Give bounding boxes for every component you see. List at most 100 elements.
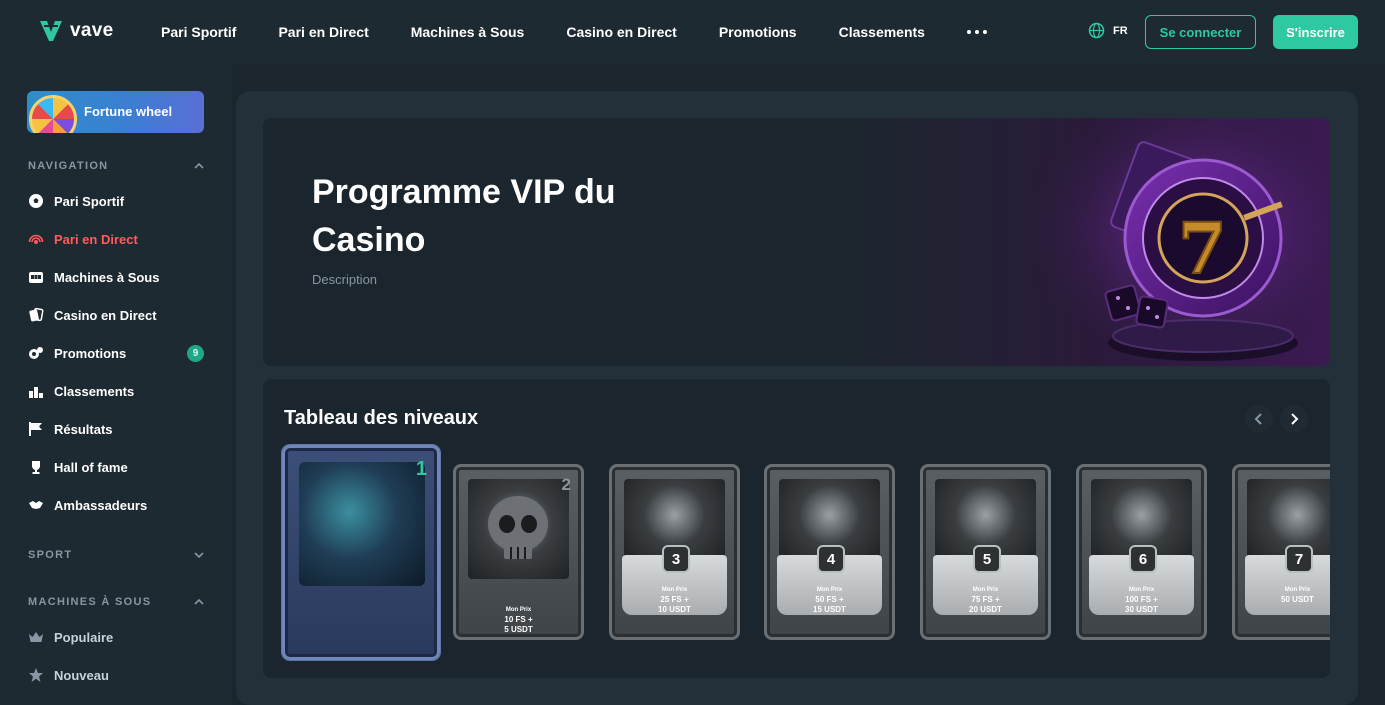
level-number: 3 — [662, 545, 690, 573]
prize-value-2: 10 USDT — [658, 605, 691, 614]
chevron-right-icon — [1291, 413, 1299, 425]
login-button[interactable]: Se connecter — [1145, 15, 1256, 49]
prize-value: 50 FS + — [815, 595, 844, 604]
slots-section-title: MACHINES À SOUS — [28, 596, 152, 608]
level-prize: Mon Prix 50 USDT — [1245, 585, 1330, 605]
topnav-pari-en-direct[interactable]: Pari en Direct — [257, 24, 389, 40]
levels-table: Tableau des niveaux 1 2 Mon Prix 10 FS +… — [263, 379, 1330, 678]
chevron-up-icon — [194, 162, 204, 169]
sidebar-item-ambassadeurs[interactable]: Ambassadeurs — [28, 494, 204, 516]
fortune-wheel-label: Fortune wheel — [84, 104, 173, 119]
page-title: Programme VIP du Casino — [312, 173, 616, 259]
sidebar-item-hall-of-fame[interactable]: Hall of fame — [28, 456, 204, 478]
level-prize: Mon Prix 50 FS + 15 USDT — [777, 585, 882, 615]
prize-heading: Mon Prix — [816, 587, 843, 593]
level-card-7[interactable]: 7 Mon Prix 50 USDT — [1232, 464, 1330, 640]
prize-value-2: 20 USDT — [969, 605, 1002, 614]
flag-icon — [29, 422, 42, 436]
level-number: 2 — [561, 475, 571, 494]
topnav-machines-a-sous[interactable]: Machines à Sous — [390, 24, 546, 40]
fortune-wheel-icon — [29, 95, 77, 133]
prize-value: 10 FS + — [504, 615, 533, 624]
chevron-left-icon — [1254, 413, 1262, 425]
leaderboard-icon — [29, 387, 43, 398]
trophy-icon — [32, 461, 40, 474]
prize-heading: Mon Prix — [661, 587, 688, 593]
skull-icon — [488, 496, 548, 559]
carousel-prev-button[interactable] — [1245, 405, 1273, 433]
cards-icon — [29, 307, 44, 322]
sidebar-item-pari-en-direct[interactable]: Pari en Direct — [28, 228, 204, 250]
sidebar-item-nouveau[interactable]: Nouveau — [28, 664, 204, 686]
svg-text:7: 7 — [1178, 207, 1227, 290]
top-header: vave Pari Sportif Pari en Direct Machine… — [0, 0, 1385, 64]
topnav-classements[interactable]: Classements — [818, 24, 946, 40]
prize-value: 75 FS + — [971, 595, 1000, 604]
sidebar-item-promotions[interactable]: Promotions 9 — [28, 342, 204, 364]
level-card-4[interactable]: 4 Mon Prix 50 FS + 15 USDT — [764, 464, 895, 640]
sidebar-item-label: Pari en Direct — [54, 231, 138, 247]
levels-title: Tableau des niveaux — [284, 407, 479, 429]
sidebar-item-casino-en-direct[interactable]: Casino en Direct — [28, 304, 204, 326]
chevron-up-icon — [194, 598, 204, 605]
prize-heading: Mon Prix — [1128, 587, 1155, 593]
sidebar-item-label: Nouveau — [54, 667, 109, 683]
level-prize: Mon Prix 25 FS + 10 USDT — [622, 585, 727, 615]
fortune-wheel-button[interactable]: Fortune wheel — [27, 91, 204, 133]
navigation-section-toggle[interactable]: NAVIGATION — [28, 160, 204, 172]
prize-heading: Mon Prix — [1284, 587, 1311, 593]
level-prize: Mon Prix 100 FS + 30 USDT — [1089, 585, 1194, 615]
sidebar-item-label: Classements — [54, 383, 135, 399]
sidebar-item-label: Hall of fame — [54, 459, 128, 475]
topnav-pari-sportif[interactable]: Pari Sportif — [140, 24, 257, 40]
navigation-section-title: NAVIGATION — [28, 160, 109, 172]
soccer-ball-icon — [29, 194, 43, 208]
sport-section-toggle[interactable]: SPORT — [28, 549, 204, 561]
signup-button[interactable]: S'inscrire — [1273, 15, 1358, 49]
sidebar-item-label: Machines à Sous — [54, 269, 160, 285]
sidebar-item-label: Résultats — [54, 421, 113, 437]
sidebar-item-label: Pari Sportif — [54, 193, 125, 209]
promotions-icon — [29, 347, 43, 359]
prize-value: 100 FS + — [1125, 595, 1158, 604]
level-number: 1 — [415, 458, 427, 480]
handshake-icon — [29, 501, 43, 509]
sidebar-item-pari-sportif[interactable]: Pari Sportif — [28, 190, 204, 212]
hero-description: Description — [312, 272, 378, 287]
live-signal-icon — [28, 234, 44, 244]
sidebar-item-label: Promotions — [54, 345, 127, 361]
prize-value-2: 15 USDT — [813, 605, 846, 614]
sidebar: Fortune wheel NAVIGATION Pari Sportif Pa… — [0, 64, 232, 705]
prize-value: 50 USDT — [1281, 595, 1314, 604]
level-card-3[interactable]: 3 Mon Prix 25 FS + 10 USDT — [609, 464, 740, 640]
level-card-1[interactable]: 1 — [282, 445, 440, 660]
prize-value: 25 FS + — [660, 595, 689, 604]
logo[interactable]: vave — [38, 18, 113, 44]
level-prize: Mon Prix 75 FS + 20 USDT — [933, 585, 1038, 615]
star-icon — [29, 668, 43, 682]
topnav-promotions[interactable]: Promotions — [698, 24, 818, 40]
level-card-2[interactable]: 2 Mon Prix 10 FS + 5 USDT — [453, 464, 584, 640]
skull-art — [468, 479, 569, 579]
prize-value-2: 30 USDT — [1125, 605, 1158, 614]
sidebar-item-resultats[interactable]: Résultats — [28, 418, 204, 440]
sidebar-item-label: Ambassadeurs — [54, 497, 148, 513]
sidebar-item-populaire[interactable]: Populaire — [28, 626, 204, 648]
sidebar-item-classements[interactable]: Classements — [28, 380, 204, 402]
sidebar-item-label: Populaire — [54, 629, 114, 645]
prize-heading: Mon Prix — [505, 607, 532, 613]
chevron-down-icon — [194, 552, 204, 559]
sidebar-item-machines-a-sous[interactable]: Machines à Sous — [28, 266, 204, 288]
level-card-6[interactable]: 6 Mon Prix 100 FS + 30 USDT — [1076, 464, 1207, 640]
level-card-5[interactable]: 5 Mon Prix 75 FS + 20 USDT — [920, 464, 1051, 640]
slot-machine-illustration: 7 — [1033, 118, 1330, 366]
topnav-casino-en-direct[interactable]: Casino en Direct — [545, 24, 697, 40]
language-selector[interactable]: FR — [1088, 22, 1128, 39]
slots-section-toggle[interactable]: MACHINES À SOUS — [28, 596, 204, 608]
more-menu-icon[interactable] — [946, 30, 1008, 34]
crown-icon — [29, 632, 43, 642]
sidebar-item-label: Casino en Direct — [54, 307, 157, 323]
level-number: 6 — [1129, 545, 1157, 573]
carousel-next-button[interactable] — [1280, 405, 1308, 433]
globe-icon — [1088, 22, 1105, 39]
